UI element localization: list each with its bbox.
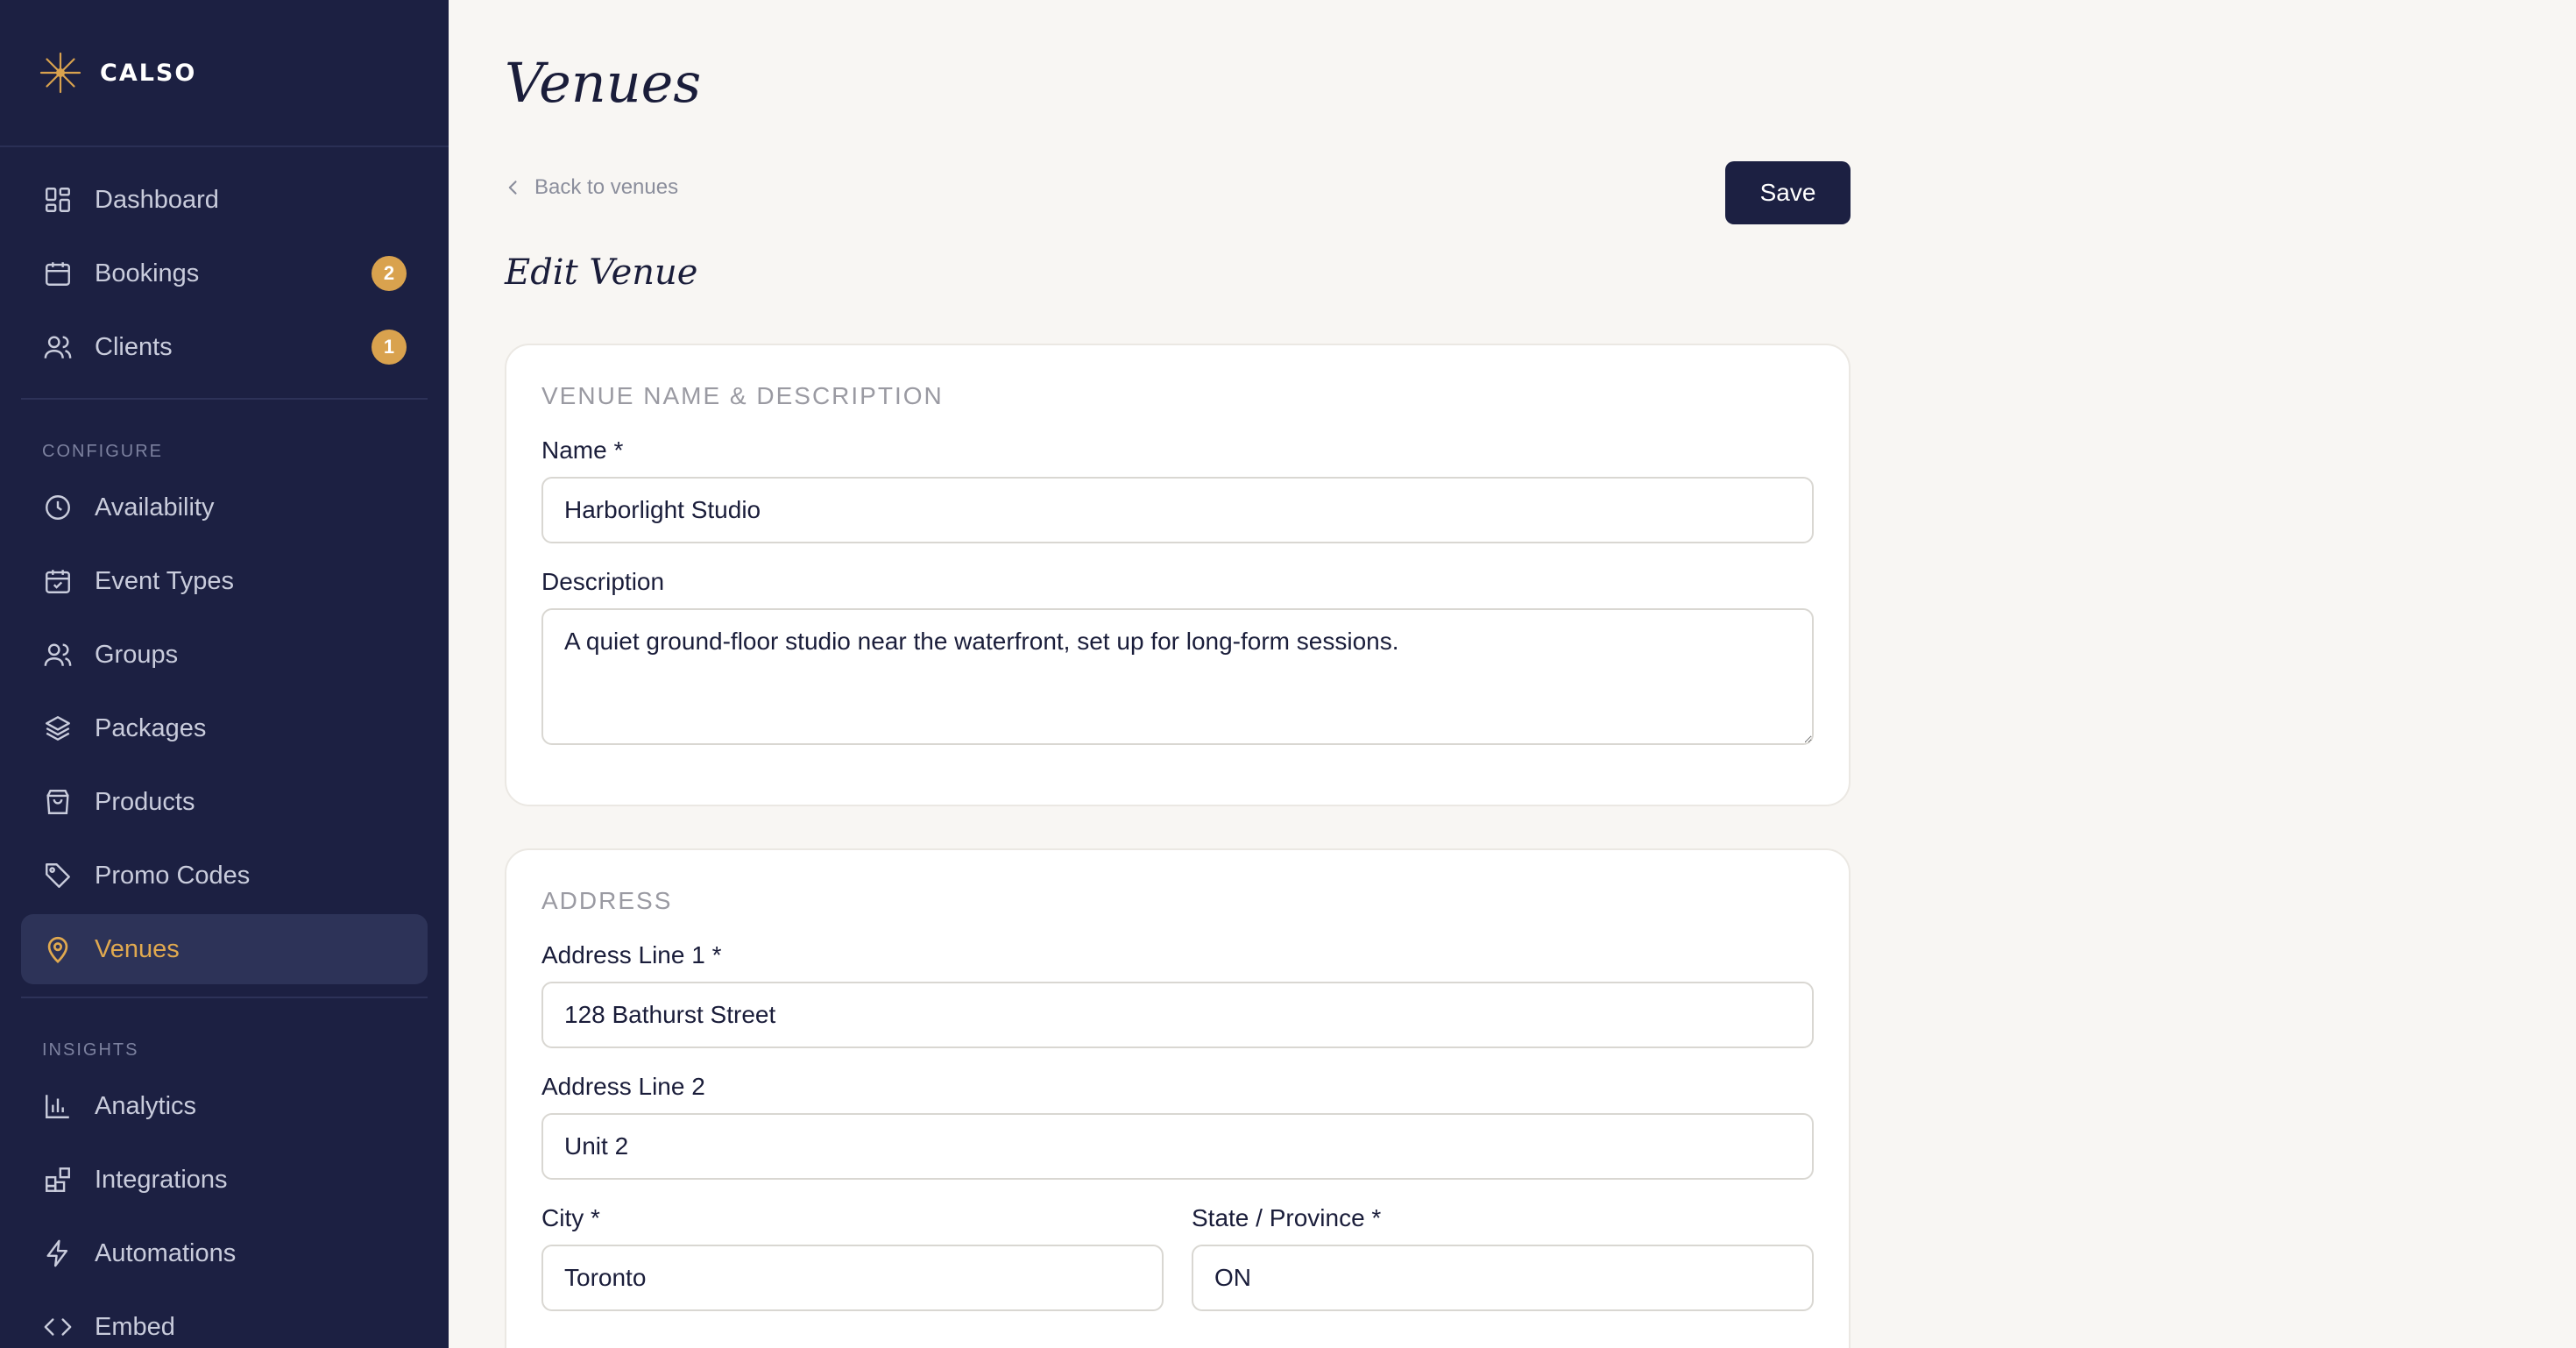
map-pin-icon	[40, 932, 75, 967]
city-column: City *	[541, 1180, 1164, 1311]
address-line1-input[interactable]	[541, 982, 1814, 1048]
sidebar-item-label: Packages	[95, 713, 207, 742]
code-icon	[40, 1309, 75, 1344]
city-label: City *	[541, 1204, 600, 1231]
clients-count-badge: 1	[372, 330, 407, 365]
integrations-icon	[40, 1162, 75, 1197]
sidebar-item-automations[interactable]: Automations	[21, 1218, 428, 1288]
name-input[interactable]	[541, 477, 1814, 543]
nav-divider	[21, 997, 428, 998]
calendar-icon	[40, 256, 75, 291]
shopping-bag-icon	[40, 784, 75, 819]
sidebar-item-embed[interactable]: Embed	[21, 1292, 428, 1348]
edit-venue-title: Edit Venue	[505, 252, 698, 293]
clock-icon	[40, 490, 75, 525]
save-button[interactable]: Save	[1725, 161, 1851, 224]
city-state-row: City * State / Province *	[541, 1180, 1814, 1311]
description-textarea[interactable]: A quiet ground-floor studio near the wat…	[541, 608, 1814, 745]
card-heading: ADDRESS	[541, 887, 673, 914]
sidebar-item-venues[interactable]: Venues	[21, 914, 428, 984]
sidebar-item-label: Automations	[95, 1238, 237, 1267]
sidebar-item-packages[interactable]: Packages	[21, 693, 428, 763]
name-label: Name *	[541, 436, 624, 464]
nav-divider	[21, 398, 428, 400]
users-icon	[40, 330, 75, 365]
sidebar-item-label: Integrations	[95, 1165, 228, 1194]
address-line2-input[interactable]	[541, 1113, 1814, 1180]
main-content: Venues Back to venues Save Edit Venue VE…	[449, 0, 2576, 1348]
sidebar-item-label: Products	[95, 787, 195, 816]
section-label-configure: CONFIGURE	[42, 442, 163, 461]
layers-icon	[40, 711, 75, 746]
address-line1-label: Address Line 1 *	[541, 941, 722, 968]
page-title: Venues	[505, 51, 702, 115]
bookings-count-badge: 2	[372, 256, 407, 291]
brand[interactable]: CALSO	[0, 0, 449, 147]
state-input[interactable]	[1192, 1245, 1814, 1311]
sidebar-item-availability[interactable]: Availability	[21, 472, 428, 543]
section-label-insights: INSIGHTS	[42, 1040, 139, 1060]
address-line2-label: Address Line 2	[541, 1073, 705, 1100]
address-card: ADDRESS Address Line 1 * Address Line 2 …	[505, 848, 1851, 1348]
sidebar-item-analytics[interactable]: Analytics	[21, 1071, 428, 1141]
sidebar-item-label: Promo Codes	[95, 861, 251, 890]
brand-name: CALSO	[100, 59, 197, 87]
sidebar-item-label: Dashboard	[95, 185, 219, 214]
sidebar-item-label: Venues	[95, 934, 180, 963]
sidebar-item-clients[interactable]: Clients 1	[21, 312, 428, 382]
description-label: Description	[541, 568, 665, 595]
sun-burst-icon	[39, 51, 82, 95]
sidebar-item-label: Bookings	[95, 259, 200, 287]
sidebar-item-products[interactable]: Products	[21, 767, 428, 837]
venue-name-description-card: VENUE NAME & DESCRIPTION Name * Descript…	[505, 344, 1851, 806]
sidebar-item-event-types[interactable]: Event Types	[21, 546, 428, 616]
sidebar-item-dashboard[interactable]: Dashboard	[21, 165, 428, 235]
sidebar-item-groups[interactable]: Groups	[21, 620, 428, 690]
sidebar-item-label: Embed	[95, 1312, 175, 1341]
sidebar-item-label: Groups	[95, 640, 179, 669]
sidebar-item-bookings[interactable]: Bookings 2	[21, 238, 428, 309]
sidebar-item-label: Availability	[95, 493, 215, 521]
chevron-left-icon	[505, 178, 524, 197]
bar-chart-icon	[40, 1089, 75, 1124]
card-heading: VENUE NAME & DESCRIPTION	[541, 382, 944, 409]
sidebar-item-label: Clients	[95, 332, 173, 361]
sidebar-item-integrations[interactable]: Integrations	[21, 1145, 428, 1215]
city-input[interactable]	[541, 1245, 1164, 1311]
calendar-check-icon	[40, 564, 75, 599]
state-label: State / Province *	[1192, 1204, 1382, 1231]
sidebar: CALSO Dashboard Bookings 2 Clients 1 CON…	[0, 0, 449, 1348]
sidebar-item-label: Analytics	[95, 1091, 197, 1120]
sidebar-item-label: Event Types	[95, 566, 235, 595]
back-to-venues-link[interactable]: Back to venues	[505, 175, 678, 200]
configure-nav: Availability Event Types Groups Packages…	[0, 472, 449, 984]
main-nav: Dashboard Bookings 2 Clients 1	[0, 147, 449, 382]
back-link-label: Back to venues	[534, 175, 679, 199]
dashboard-grid-icon	[40, 182, 75, 217]
group-icon	[40, 637, 75, 672]
insights-nav: Analytics Integrations Automations Embed	[0, 1071, 449, 1348]
sidebar-item-promo-codes[interactable]: Promo Codes	[21, 841, 428, 911]
state-column: State / Province *	[1192, 1180, 1814, 1311]
tag-icon	[40, 858, 75, 893]
lightning-icon	[40, 1236, 75, 1271]
